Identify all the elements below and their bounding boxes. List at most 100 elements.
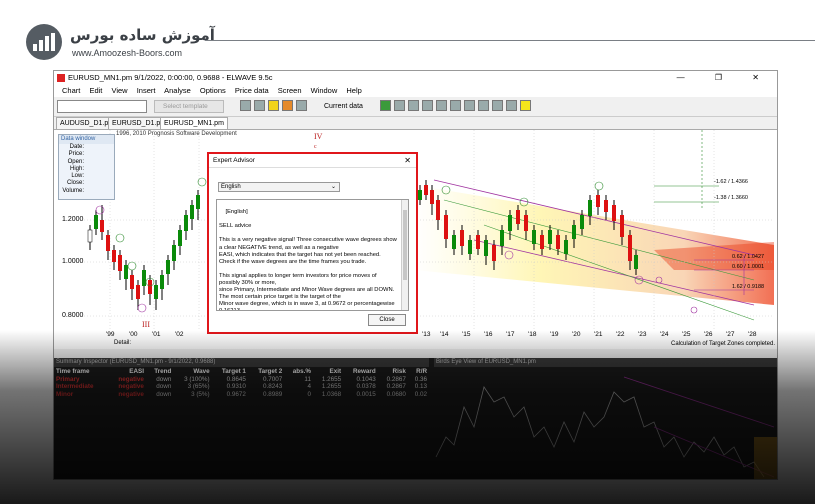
grid-icon[interactable] xyxy=(478,100,489,111)
col-header: Target 2 xyxy=(258,368,283,375)
scrollbar-thumb[interactable] xyxy=(403,210,407,280)
copyright-text: 1996, 2010 Prognosis Software Developmen… xyxy=(116,131,237,137)
x-axis-label: '01 xyxy=(152,331,161,338)
menu-window[interactable]: Window xyxy=(311,86,338,95)
table-row[interactable]: Primary negative down 3 (100%) 0.8645 0.… xyxy=(54,376,429,384)
close-icon[interactable]: ✕ xyxy=(404,154,411,168)
summary-inspector-title: Summary Inspector (EURUSD_MN1.pm - 9/1/2… xyxy=(54,358,429,367)
title-bar: EURUSD_MN1.pm 9/1/2022, 0:00:00, 0.9688 … xyxy=(54,71,777,85)
table-icon[interactable] xyxy=(492,100,503,111)
data-field-open: Open: xyxy=(67,158,84,165)
birds-eye-channel xyxy=(623,376,775,428)
table-row[interactable]: Minor negative down 3 (5%) 0.9672 0.8989… xyxy=(54,391,429,399)
cell: 1.2655 xyxy=(321,383,342,390)
arc-tool-icon[interactable] xyxy=(450,100,461,111)
chevron-down-icon: ⌄ xyxy=(330,184,336,190)
cell: 0.8989 xyxy=(262,390,283,398)
menu-screen[interactable]: Screen xyxy=(278,86,302,95)
candles-left xyxy=(87,190,200,310)
cell: down xyxy=(156,383,172,390)
cell: negative xyxy=(118,375,144,383)
cell: 0.7007 xyxy=(262,375,283,383)
col-header: Trend xyxy=(154,368,172,375)
template-select[interactable]: Select template xyxy=(154,100,224,113)
symbol-input[interactable] xyxy=(57,100,147,113)
advice-textarea[interactable]: [English] SELL advice This is a very neg… xyxy=(216,199,409,311)
detail-label: Detail: xyxy=(114,340,132,346)
pen-icon[interactable] xyxy=(282,100,293,111)
table-row[interactable]: Intermediate negative down 3 (65%) 0.931… xyxy=(54,383,429,391)
cell: 0.8243 xyxy=(262,383,283,390)
x-axis-label: '99 xyxy=(106,331,115,338)
data-field-close: Close: xyxy=(66,180,84,187)
parallel-line-icon[interactable] xyxy=(408,100,419,111)
x-axis-label: '21 xyxy=(594,331,603,338)
cell: 3 (100%) xyxy=(184,375,210,383)
fibonacci-icon[interactable] xyxy=(464,100,475,111)
menu-edit[interactable]: Edit xyxy=(89,86,102,95)
data-field-date: Date: xyxy=(69,144,84,150)
toolbar-icons xyxy=(240,100,310,114)
cell: 11 xyxy=(304,375,311,383)
cell: down xyxy=(156,375,172,383)
save-icon[interactable] xyxy=(240,100,251,111)
zoom-icon[interactable] xyxy=(296,100,307,111)
target-label: 0.62 / 1.0427 xyxy=(732,254,765,260)
window-controls[interactable]: — ❐ ✕ xyxy=(677,71,773,85)
advice-text: [English] SELL advice This is a very neg… xyxy=(219,209,397,310)
summary-table: Time frame EASI Trend Wave Target 1 Targ… xyxy=(54,368,429,398)
cell: 0.0378 xyxy=(356,383,376,390)
advice-icon[interactable] xyxy=(268,100,279,111)
y-axis-label-3: 0.8000 xyxy=(62,312,84,319)
cell: Intermediate xyxy=(56,383,94,390)
line-tool-icon[interactable] xyxy=(394,100,405,111)
close-button[interactable]: Close xyxy=(368,314,406,326)
y-axis-label-1: 1.2000 xyxy=(62,216,84,223)
cell: 0.2867 xyxy=(386,375,406,383)
menu-insert[interactable]: Insert xyxy=(137,86,156,95)
col-header: Time frame xyxy=(56,368,90,375)
channel-icon[interactable] xyxy=(422,100,433,111)
x-axis-label: '19 xyxy=(550,331,559,338)
menu-chart[interactable]: Chart xyxy=(62,86,80,95)
current-data-select[interactable]: Current data xyxy=(324,100,363,113)
header-divider xyxy=(205,40,815,41)
dialog-title: Expert Advisor xyxy=(213,157,255,164)
menu-view[interactable]: View xyxy=(111,86,127,95)
wave-icon[interactable] xyxy=(506,100,517,111)
bottom-panels: Summary Inspector (EURUSD_MN1.pm - 9/1/2… xyxy=(54,358,778,480)
x-axis-label: '20 xyxy=(572,331,581,338)
birds-eye-chart[interactable] xyxy=(434,367,778,480)
menu-help[interactable]: Help xyxy=(346,86,361,95)
toolbar: Select template Current data xyxy=(54,97,777,117)
menu-price-data[interactable]: Price data xyxy=(235,86,269,95)
highlight-icon[interactable] xyxy=(520,100,531,111)
circle-tool-icon[interactable] xyxy=(436,100,447,111)
cell: 0.1043 xyxy=(356,375,376,383)
app-icon xyxy=(57,74,65,82)
site-url[interactable]: www.Amoozesh-Boors.com xyxy=(72,48,182,58)
cell: negative xyxy=(118,383,144,390)
detail-slider[interactable]: Detail: xyxy=(114,340,131,346)
tab-eurusd-mn1[interactable]: EURUSD_MN1.pm xyxy=(160,117,228,129)
birds-eye-title: Birds Eye View of EURUSD_MN1.pm xyxy=(434,358,777,367)
language-select[interactable]: English ⌄ xyxy=(218,182,340,192)
menu-analyse[interactable]: Analyse xyxy=(164,86,191,95)
language-value: English xyxy=(221,184,241,190)
data-window: Data window Date: Price: Open: High: Low… xyxy=(58,134,115,200)
col-header: Reward xyxy=(352,368,376,375)
target-label: 0.60 / 1.0001 xyxy=(732,264,765,270)
arrow-right-icon[interactable] xyxy=(380,100,391,111)
cell: 0.8645 xyxy=(226,375,246,383)
x-axis-label: '17 xyxy=(506,331,515,338)
data-field-high: High: xyxy=(69,165,84,172)
menu-options[interactable]: Options xyxy=(200,86,226,95)
print-icon[interactable] xyxy=(254,100,265,111)
table-header: Time frame EASI Trend Wave Target 1 Targ… xyxy=(54,368,429,376)
cell: 0.2867 xyxy=(386,383,406,390)
x-axis-label: '15 xyxy=(462,331,471,338)
scrollbar[interactable] xyxy=(401,200,408,310)
x-axis-label: '16 xyxy=(484,331,493,338)
cell: 0.0015 xyxy=(356,390,376,398)
drawing-tools xyxy=(380,100,534,118)
